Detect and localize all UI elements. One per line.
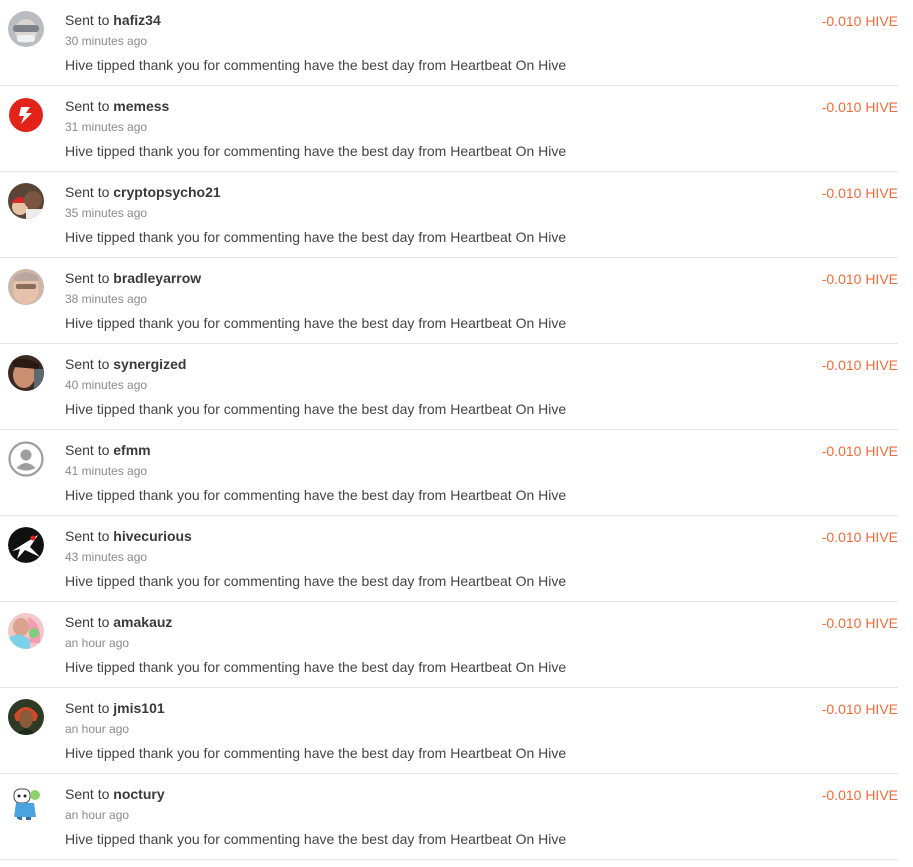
amount: -0.010 HIVE xyxy=(821,701,898,717)
recipient-link[interactable]: hafiz34 xyxy=(113,12,160,28)
amount: -0.010 HIVE xyxy=(821,271,898,287)
memo-text: Hive tipped thank you for commenting hav… xyxy=(65,229,567,245)
memo-text: Hive tipped thank you for commenting hav… xyxy=(65,315,567,331)
amount: -0.010 HIVE xyxy=(821,443,898,459)
avatar-photo-woman-icon xyxy=(8,699,44,735)
transfer-row: Sent to cryptopsycho21 35 minutes ago Hi… xyxy=(0,172,898,258)
avatar[interactable] xyxy=(8,355,44,391)
avatar-photo-colorful-icon xyxy=(8,613,44,649)
transfer-title: Sent to bradleyarrow xyxy=(65,270,201,286)
avatar[interactable] xyxy=(8,97,44,133)
sent-to-label: Sent to xyxy=(65,12,110,28)
transfer-row: Sent to synergized 40 minutes ago Hive t… xyxy=(0,344,898,430)
transfer-title: Sent to jmis101 xyxy=(65,700,165,716)
amount: -0.010 HIVE xyxy=(821,529,898,545)
sent-to-label: Sent to xyxy=(65,270,110,286)
avatar-photo-couple-icon xyxy=(8,183,44,219)
transfer-row: Sent to noctury an hour ago Hive tipped … xyxy=(0,774,898,860)
transfer-row: Sent to hivecurious 43 minutes ago Hive … xyxy=(0,516,898,602)
avatar[interactable] xyxy=(8,785,44,821)
transfer-title: Sent to synergized xyxy=(65,356,186,372)
sent-to-label: Sent to xyxy=(65,700,110,716)
transfer-row: Sent to hafiz34 30 minutes ago Hive tipp… xyxy=(0,0,898,86)
timestamp: 40 minutes ago xyxy=(65,378,148,392)
sent-to-label: Sent to xyxy=(65,528,110,544)
memo-text: Hive tipped thank you for commenting hav… xyxy=(65,745,567,761)
recipient-link[interactable]: synergized xyxy=(113,356,186,372)
memo-text: Hive tipped thank you for commenting hav… xyxy=(65,831,567,847)
recipient-link[interactable]: cryptopsycho21 xyxy=(113,184,220,200)
transfer-title: Sent to memess xyxy=(65,98,169,114)
avatar[interactable] xyxy=(8,527,44,563)
avatar-red-logo-icon xyxy=(8,97,44,133)
transfer-title: Sent to noctury xyxy=(65,786,165,802)
timestamp: an hour ago xyxy=(65,722,130,736)
transfer-title: Sent to hivecurious xyxy=(65,528,192,544)
sent-to-label: Sent to xyxy=(65,442,110,458)
transfer-title: Sent to cryptopsycho21 xyxy=(65,184,221,200)
avatar[interactable] xyxy=(8,699,44,735)
avatar[interactable] xyxy=(8,11,44,47)
timestamp: 41 minutes ago xyxy=(65,464,148,478)
transfer-title: Sent to efmm xyxy=(65,442,151,458)
memo-text: Hive tipped thank you for commenting hav… xyxy=(65,487,567,503)
recipient-link[interactable]: hivecurious xyxy=(113,528,192,544)
transfer-title: Sent to hafiz34 xyxy=(65,12,161,28)
avatar[interactable] xyxy=(8,613,44,649)
sent-to-label: Sent to xyxy=(65,184,110,200)
transfer-row: Sent to jmis101 an hour ago Hive tipped … xyxy=(0,688,898,774)
amount: -0.010 HIVE xyxy=(821,615,898,631)
avatar-photo-face-dark-icon xyxy=(8,355,44,391)
amount: -0.010 HIVE xyxy=(821,357,898,373)
transfer-row: Sent to amakauz an hour ago Hive tipped … xyxy=(0,602,898,688)
default-user-icon xyxy=(8,441,44,477)
avatar-photo-grey-icon xyxy=(8,11,44,47)
recipient-link[interactable]: efmm xyxy=(113,442,150,458)
avatar[interactable] xyxy=(8,441,44,477)
transfer-list: Sent to hafiz34 30 minutes ago Hive tipp… xyxy=(0,0,913,860)
timestamp: 43 minutes ago xyxy=(65,550,148,564)
sent-to-label: Sent to xyxy=(65,786,110,802)
memo-text: Hive tipped thank you for commenting hav… xyxy=(65,573,567,589)
memo-text: Hive tipped thank you for commenting hav… xyxy=(65,659,567,675)
timestamp: an hour ago xyxy=(65,808,130,822)
transfer-title: Sent to amakauz xyxy=(65,614,172,630)
avatar-photo-face-icon xyxy=(8,269,44,305)
recipient-link[interactable]: noctury xyxy=(113,786,164,802)
recipient-link[interactable]: jmis101 xyxy=(113,700,164,716)
timestamp: 35 minutes ago xyxy=(65,206,148,220)
recipient-link[interactable]: amakauz xyxy=(113,614,172,630)
avatar[interactable] xyxy=(8,183,44,219)
timestamp: 31 minutes ago xyxy=(65,120,148,134)
amount: -0.010 HIVE xyxy=(821,99,898,115)
transfer-row: Sent to efmm 41 minutes ago Hive tipped … xyxy=(0,430,898,516)
memo-text: Hive tipped thank you for commenting hav… xyxy=(65,57,567,73)
avatar-cartoon-icon xyxy=(8,785,44,821)
memo-text: Hive tipped thank you for commenting hav… xyxy=(65,401,567,417)
memo-text: Hive tipped thank you for commenting hav… xyxy=(65,143,567,159)
amount: -0.010 HIVE xyxy=(821,13,898,29)
sent-to-label: Sent to xyxy=(65,614,110,630)
amount: -0.010 HIVE xyxy=(821,185,898,201)
timestamp: 30 minutes ago xyxy=(65,34,148,48)
amount: -0.010 HIVE xyxy=(821,787,898,803)
recipient-link[interactable]: memess xyxy=(113,98,169,114)
sent-to-label: Sent to xyxy=(65,98,110,114)
avatar-black-star-icon xyxy=(8,527,44,563)
avatar[interactable] xyxy=(8,269,44,305)
timestamp: an hour ago xyxy=(65,636,130,650)
transfer-row: Sent to bradleyarrow 38 minutes ago Hive… xyxy=(0,258,898,344)
timestamp: 38 minutes ago xyxy=(65,292,148,306)
sent-to-label: Sent to xyxy=(65,356,110,372)
recipient-link[interactable]: bradleyarrow xyxy=(113,270,201,286)
transfer-row: Sent to memess 31 minutes ago Hive tippe… xyxy=(0,86,898,172)
